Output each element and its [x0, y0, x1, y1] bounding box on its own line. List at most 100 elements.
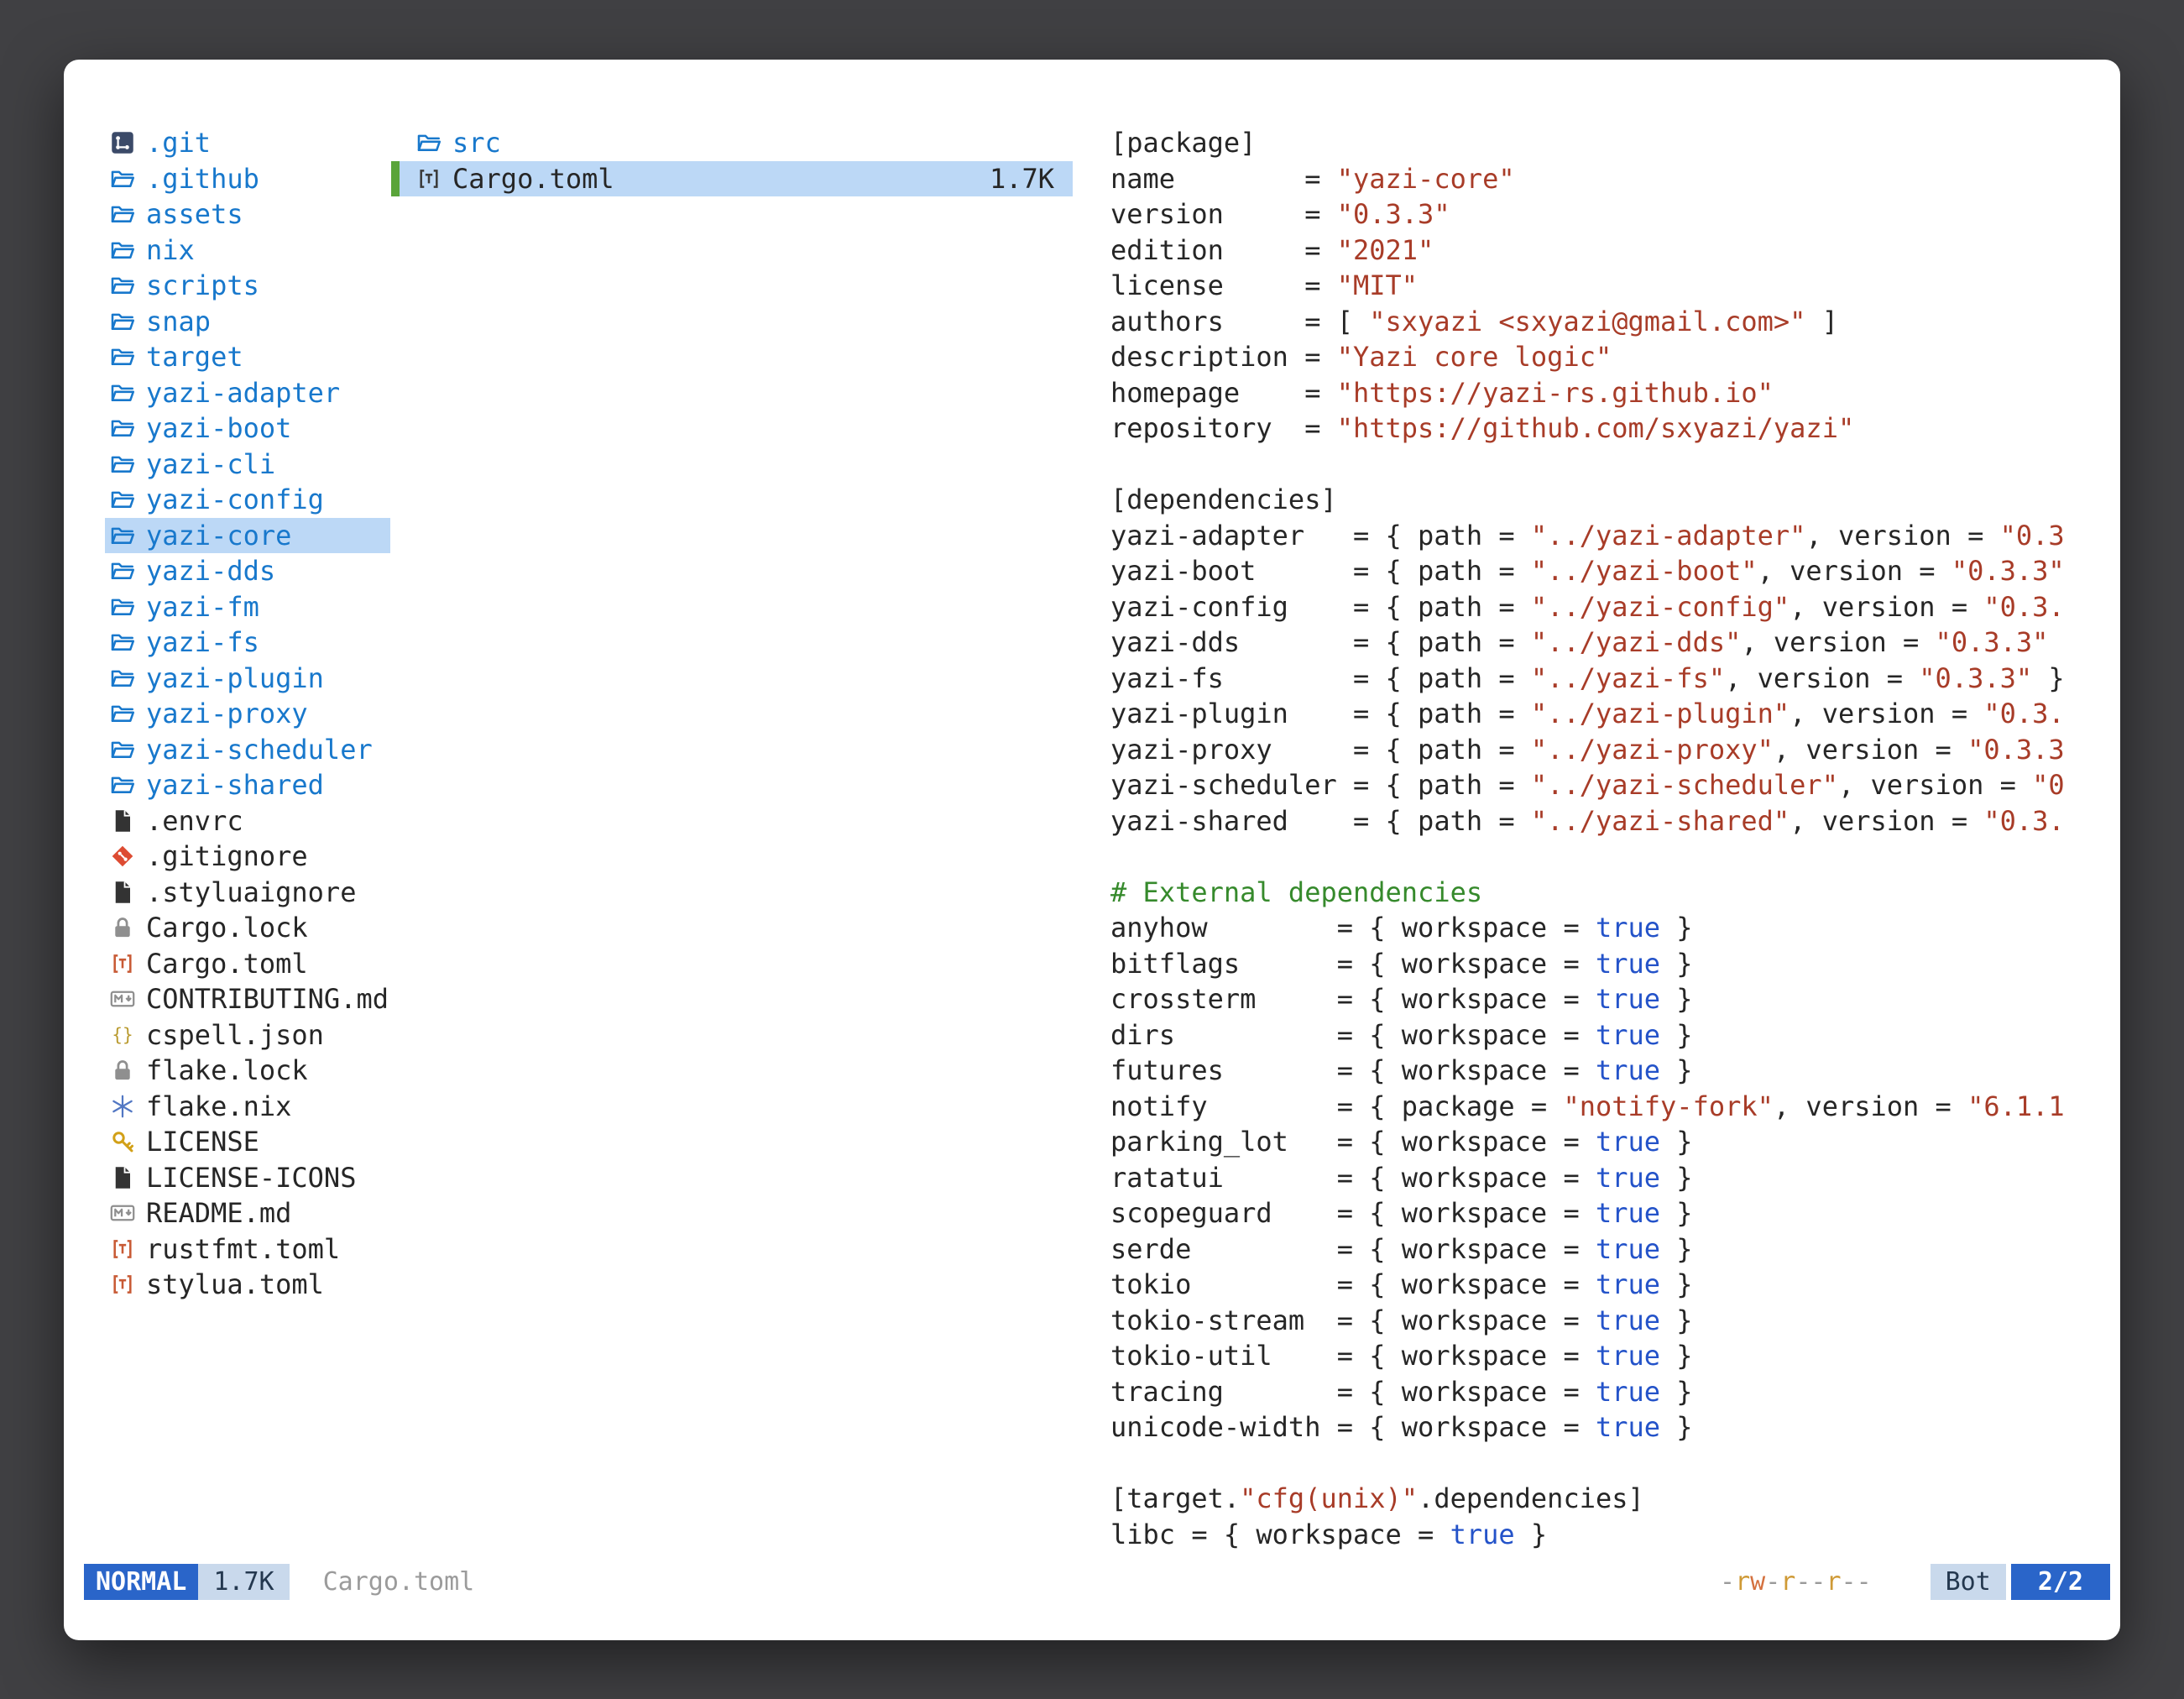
parent-item-cspell.json[interactable]: cspell.json [105, 1017, 390, 1053]
permission-char: - [1842, 1567, 1857, 1597]
file-label: LICENSE [146, 1126, 259, 1158]
parent-item-yazi-proxy[interactable]: yazi-proxy [105, 696, 390, 732]
lock-icon [110, 915, 135, 940]
parent-item-.envrc[interactable]: .envrc [105, 803, 390, 839]
folder-icon [110, 452, 135, 477]
folder-icon [110, 201, 135, 227]
parent-item-assets[interactable]: assets [105, 196, 390, 233]
preview-line: yazi-fs = { path = "../yazi-fs", version… [1110, 661, 2120, 697]
file-label: yazi-config [146, 484, 324, 515]
file-label: Cargo.toml [452, 163, 614, 195]
parent-item-CONTRIBUTING.md[interactable]: CONTRIBUTING.md [105, 981, 390, 1017]
file-label: cspell.json [146, 1019, 324, 1051]
preview-line: tracing = { workspace = true } [1110, 1374, 2120, 1410]
current-item-src[interactable]: src [391, 125, 1073, 161]
file-label: yazi-fm [146, 591, 259, 623]
folder-icon [110, 594, 135, 619]
file-label: stylua.toml [146, 1268, 324, 1300]
preview-line: yazi-boot = { path = "../yazi-boot", ver… [1110, 553, 2120, 589]
parent-item-README.md[interactable]: README.md [105, 1195, 390, 1231]
folder-icon [110, 737, 135, 762]
file-label: yazi-boot [146, 412, 291, 444]
preview-line: [target."cfg(unix)".dependencies] [1110, 1481, 2120, 1517]
parent-item-flake.nix[interactable]: flake.nix [105, 1089, 390, 1125]
folder-icon [110, 772, 135, 797]
preview-line: serde = { workspace = true } [1110, 1231, 2120, 1268]
file-label: yazi-adapter [146, 377, 340, 409]
parent-item-.styluaignore[interactable]: .styluaignore [105, 875, 390, 911]
preview-line: tokio-util = { workspace = true } [1110, 1338, 2120, 1374]
preview-line: ratatui = { workspace = true } [1110, 1160, 2120, 1196]
preview-line: yazi-shared = { path = "../yazi-shared",… [1110, 803, 2120, 839]
preview-line: tokio = { workspace = true } [1110, 1267, 2120, 1303]
parent-item-snap[interactable]: snap [105, 304, 390, 340]
file-label: LICENSE-ICONS [146, 1162, 356, 1194]
parent-item-yazi-adapter[interactable]: yazi-adapter [105, 375, 390, 411]
parent-item-Cargo.toml[interactable]: Cargo.toml [105, 946, 390, 982]
parent-item-yazi-fm[interactable]: yazi-fm [105, 589, 390, 625]
folder-icon [110, 416, 135, 441]
parent-item-target[interactable]: target [105, 339, 390, 375]
yazi-window: .git .githubassetsnixscriptssnaptarget yaz… [64, 60, 2120, 1640]
file-label: target [146, 341, 243, 373]
parent-item-.gitignore[interactable]: .gitignore [105, 839, 390, 875]
parent-item-yazi-cli[interactable]: yazi-cli [105, 447, 390, 483]
parent-item-scripts[interactable]: scripts [105, 268, 390, 304]
parent-item-LICENSE[interactable]: LICENSE [105, 1124, 390, 1160]
folder-icon [110, 238, 135, 263]
folder-icon [110, 523, 135, 548]
md-icon [110, 986, 135, 1012]
file-label: .git [146, 127, 211, 159]
file-label: .envrc [146, 805, 243, 837]
folder-icon [110, 487, 135, 512]
key-icon [110, 1129, 135, 1154]
file-label: flake.lock [146, 1054, 308, 1086]
status-right: -rw-r--r-- Bot 2/2 [1720, 1564, 2110, 1600]
parent-item-yazi-fs[interactable]: yazi-fs [105, 625, 390, 661]
folder-icon [110, 344, 135, 369]
parent-item-stylua.toml[interactable]: stylua.toml [105, 1267, 390, 1303]
permission-char: r [1826, 1567, 1841, 1597]
parent-item-yazi-dds[interactable]: yazi-dds [105, 553, 390, 589]
parent-item-nix[interactable]: nix [105, 233, 390, 269]
permission-char: - [1765, 1567, 1780, 1597]
permission-char: r [1735, 1567, 1750, 1597]
folder-icon [110, 558, 135, 583]
parent-item-yazi-config[interactable]: yazi-config [105, 482, 390, 518]
file-label: README.md [146, 1197, 291, 1229]
preview-line: # External dependencies [1110, 875, 2120, 911]
file-label: yazi-shared [146, 769, 324, 801]
parent-item-Cargo.lock[interactable]: Cargo.lock [105, 910, 390, 946]
file-label: yazi-scheduler [146, 734, 373, 766]
file-label: yazi-core [146, 520, 291, 552]
parent-item-yazi-scheduler[interactable]: yazi-scheduler [105, 732, 390, 768]
preview-line: yazi-config = { path = "../yazi-config",… [1110, 589, 2120, 625]
braces-icon [110, 1022, 135, 1048]
git-icon [110, 130, 135, 155]
preview-line: description = "Yazi core logic" [1110, 339, 2120, 375]
parent-item-.git[interactable]: .git [105, 125, 390, 161]
current-item-Cargo.toml[interactable]: Cargo.toml1.7K [391, 161, 1073, 197]
parent-item-yazi-shared[interactable]: yazi-shared [105, 767, 390, 803]
preview-line: parking_lot = { workspace = true } [1110, 1124, 2120, 1160]
parent-item-yazi-core[interactable]: yazi-core [105, 518, 390, 554]
lock-icon [110, 1058, 135, 1083]
file-label: .gitignore [146, 840, 308, 872]
parent-item-yazi-plugin[interactable]: yazi-plugin [105, 661, 390, 697]
preview-line: crossterm = { workspace = true } [1110, 981, 2120, 1017]
toml-icon [110, 951, 135, 976]
file-label: src [452, 127, 501, 159]
parent-item-flake.lock[interactable]: flake.lock [105, 1053, 390, 1089]
preview-line: edition = "2021" [1110, 233, 2120, 269]
folder-icon [110, 309, 135, 334]
parent-item-rustfmt.toml[interactable]: rustfmt.toml [105, 1231, 390, 1268]
folder-icon [110, 166, 135, 191]
file-label: .github [146, 163, 259, 195]
parent-item-.github[interactable]: .github [105, 161, 390, 197]
preview-line: bitflags = { workspace = true } [1110, 946, 2120, 982]
status-bar: NORMAL 1.7K Cargo.toml -rw-r--r-- Bot 2/… [64, 1564, 2120, 1600]
preview-line: homepage = "https://yazi-rs.github.io" [1110, 375, 2120, 411]
preview-line: [dependencies] [1110, 482, 2120, 518]
parent-item-yazi-boot[interactable]: yazi-boot [105, 410, 390, 447]
parent-item-LICENSE-ICONS[interactable]: LICENSE-ICONS [105, 1160, 390, 1196]
